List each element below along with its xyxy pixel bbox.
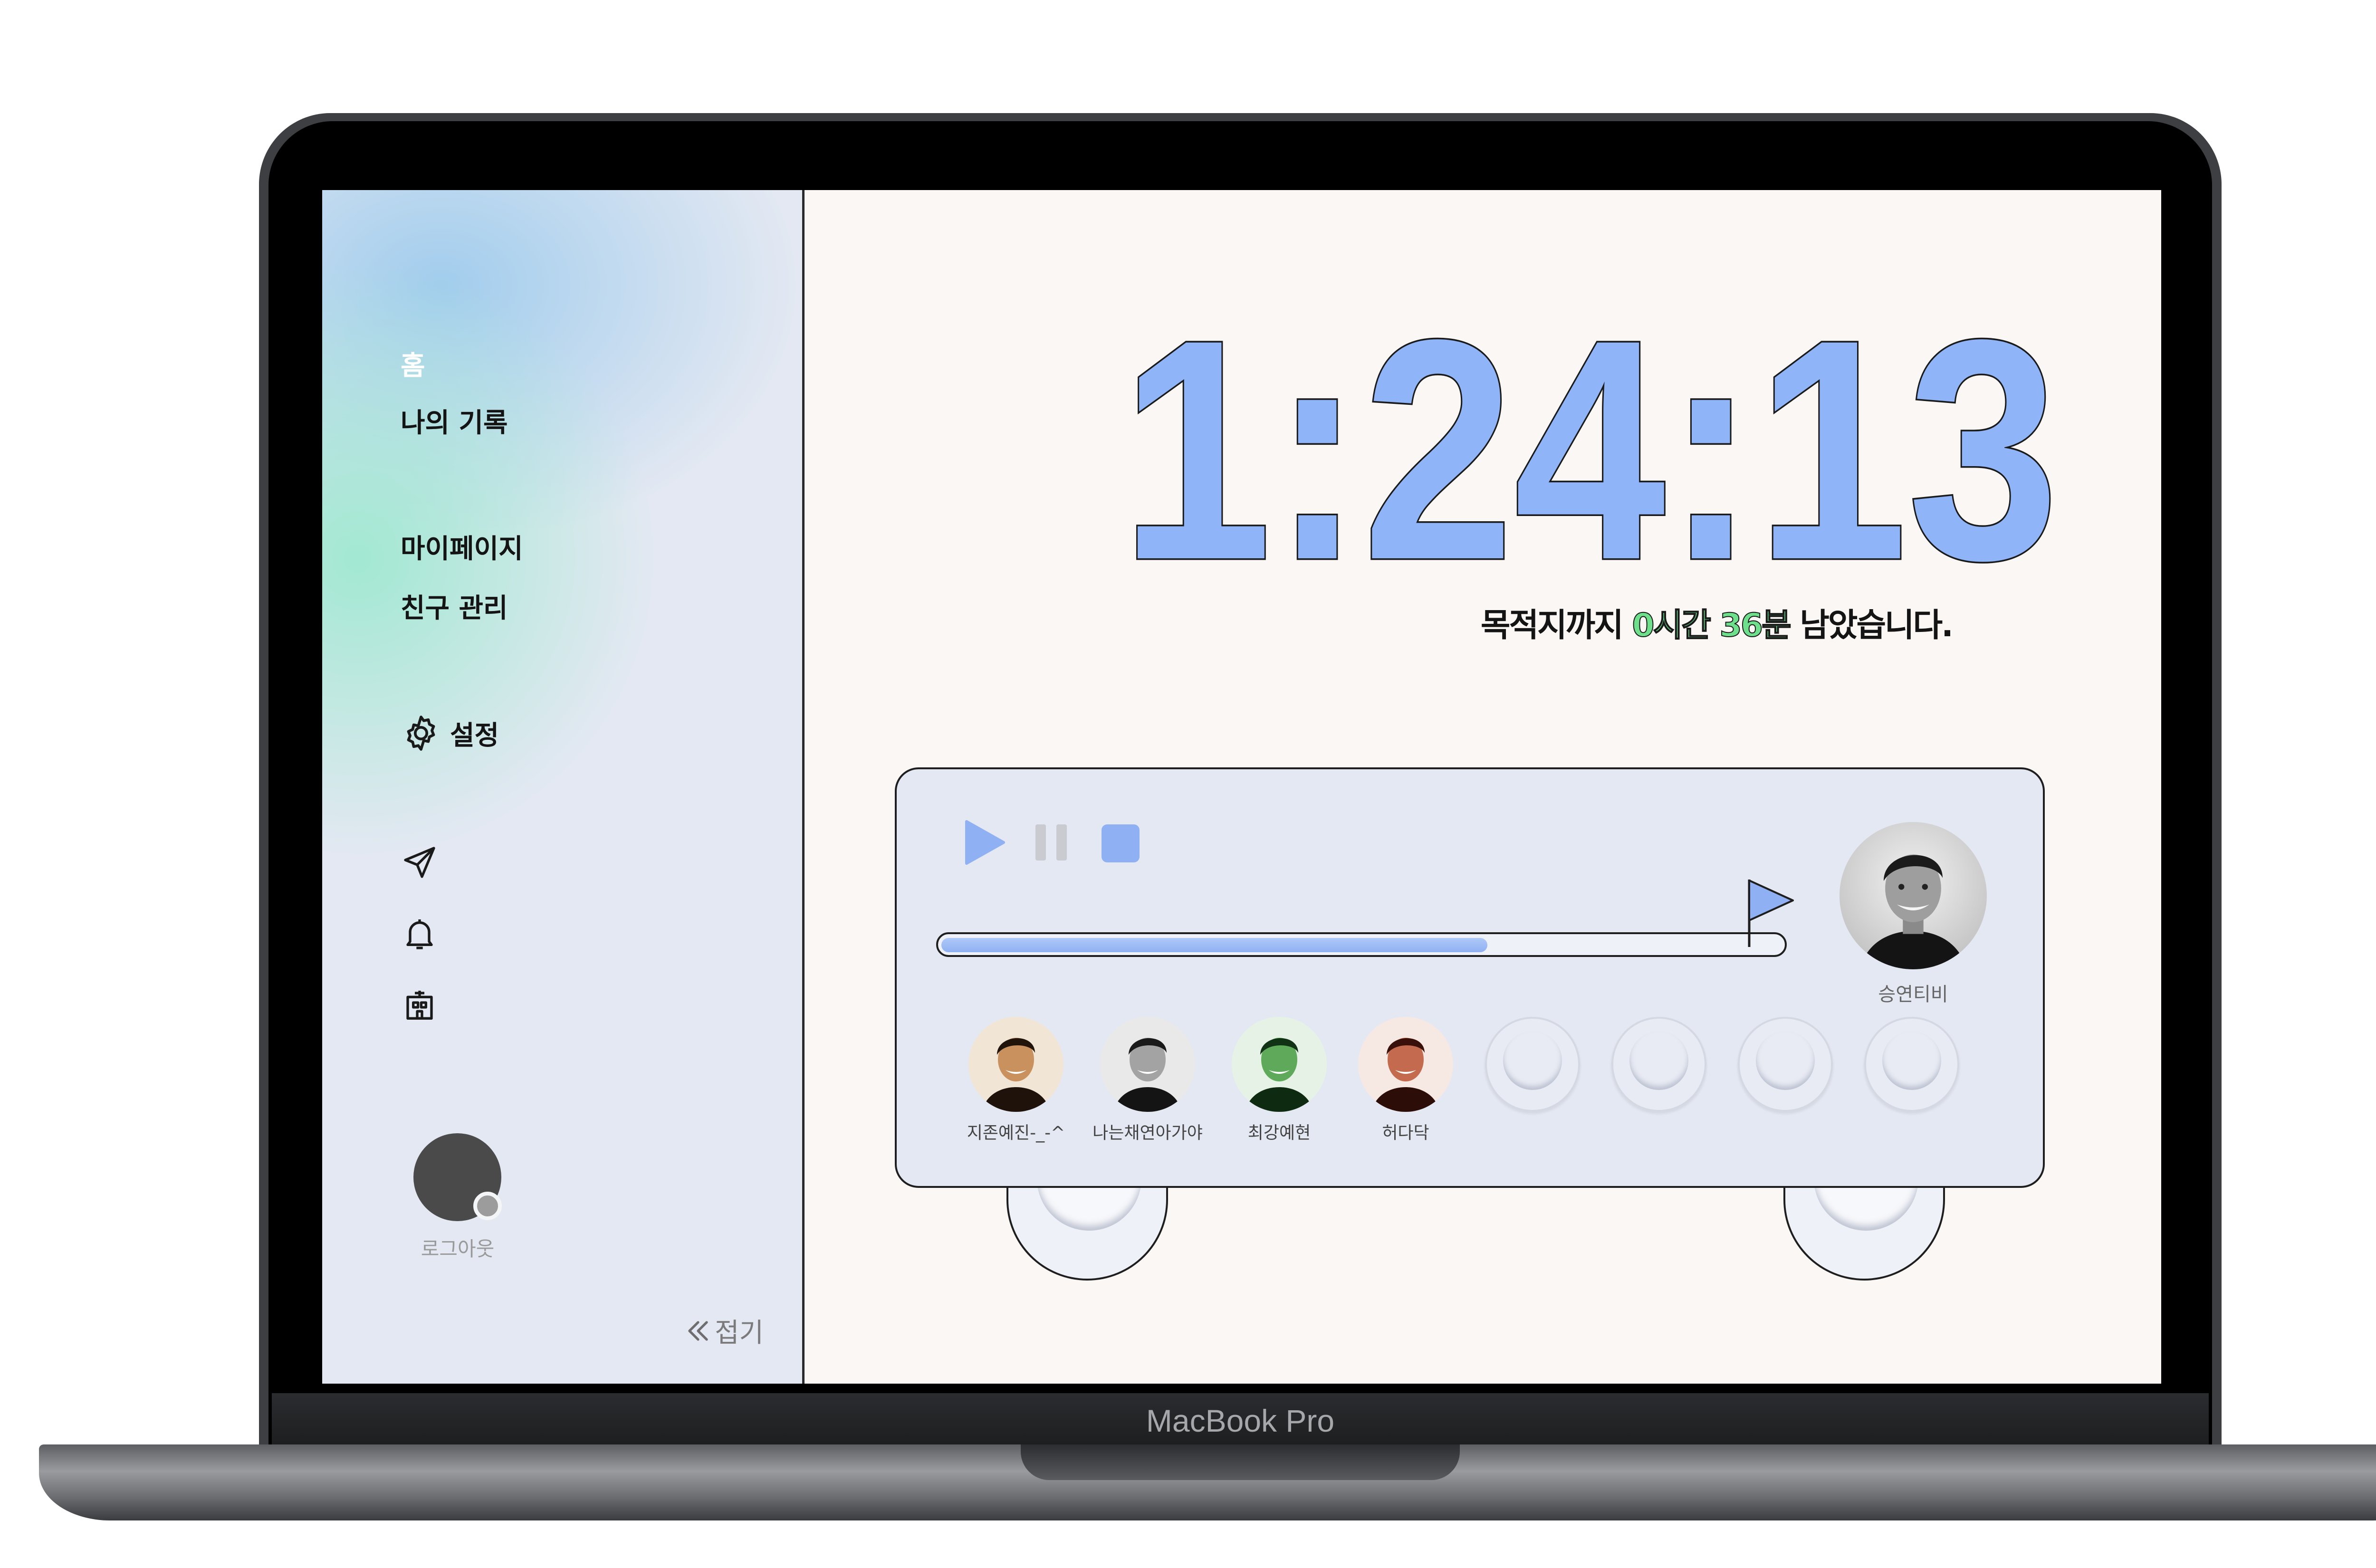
leader-avatar[interactable]	[1839, 822, 1987, 969]
stop-icon[interactable]	[1102, 824, 1140, 862]
collapse-sidebar-button[interactable]: 접기	[683, 1311, 764, 1350]
member-avatar[interactable]	[1358, 1017, 1453, 1112]
progress-fill	[941, 938, 1487, 952]
laptop-notch	[1021, 1444, 1460, 1480]
member-name: 허다닥	[1382, 1123, 1429, 1143]
chevron-double-left-icon	[688, 1320, 708, 1341]
remaining-suffix: 남았습니다.	[1790, 607, 1954, 644]
remaining-prefix: 목적지까지	[1480, 607, 1632, 644]
sidebar-item-settings[interactable]: 설정	[401, 713, 499, 754]
timer-display: 1:24:13	[1121, 333, 2061, 575]
member-name: 나는채연아가야	[1092, 1123, 1203, 1143]
member-avatar[interactable]	[1232, 1017, 1327, 1112]
sidebar-item-my-records[interactable]: 나의 기록	[401, 402, 508, 440]
sidebar: 홈 나의 기록 마이페이지 친구 관리 설정 로그아웃 접기	[322, 190, 805, 1384]
sidebar-item-home[interactable]: 홈	[401, 344, 425, 383]
member-name: 최강예현	[1247, 1123, 1311, 1143]
remaining-time-message: 목적지까지 0시간 36분 남았습니다.	[1273, 599, 1954, 646]
timer-text: 1:24:13	[1121, 333, 2059, 575]
pause-icon[interactable]	[1033, 823, 1071, 861]
sidebar-item-my-page[interactable]: 마이페이지	[401, 527, 523, 566]
user-status-dot	[473, 1192, 502, 1220]
member-name: 지존예진-_-^	[967, 1123, 1065, 1143]
card-wheel-right	[1783, 1174, 1945, 1281]
empty-member-slot[interactable]	[1738, 1017, 1833, 1112]
app-screen: 홈 나의 기록 마이페이지 친구 관리 설정 로그아웃 접기 1:24:13 목…	[322, 190, 2161, 1384]
leader-name: 승연티비	[1878, 984, 1948, 1005]
sidebar-item-friends[interactable]: 친구 관리	[401, 587, 508, 625]
empty-member-slot[interactable]	[1485, 1017, 1580, 1112]
member-avatar[interactable]	[1100, 1017, 1195, 1112]
settings-label: 설정	[450, 720, 499, 751]
gear-icon	[407, 716, 435, 751]
destination-flag-icon	[1748, 880, 1794, 947]
card-wheel-left	[1006, 1174, 1168, 1281]
empty-member-slot[interactable]	[1864, 1017, 1959, 1112]
bell-icon[interactable]	[401, 915, 439, 953]
empty-member-slot[interactable]	[1611, 1017, 1706, 1112]
send-icon[interactable]	[401, 843, 439, 881]
collapse-label: 접기	[715, 1318, 764, 1348]
logout-button[interactable]: 로그아웃	[389, 1233, 527, 1262]
member-avatar[interactable]	[968, 1017, 1063, 1112]
remaining-time-value: 0시간 36분	[1631, 606, 1792, 645]
building-icon[interactable]	[401, 986, 439, 1024]
device-brand-label: MacBook Pro	[1146, 1403, 1335, 1438]
play-icon[interactable]	[964, 820, 1006, 865]
